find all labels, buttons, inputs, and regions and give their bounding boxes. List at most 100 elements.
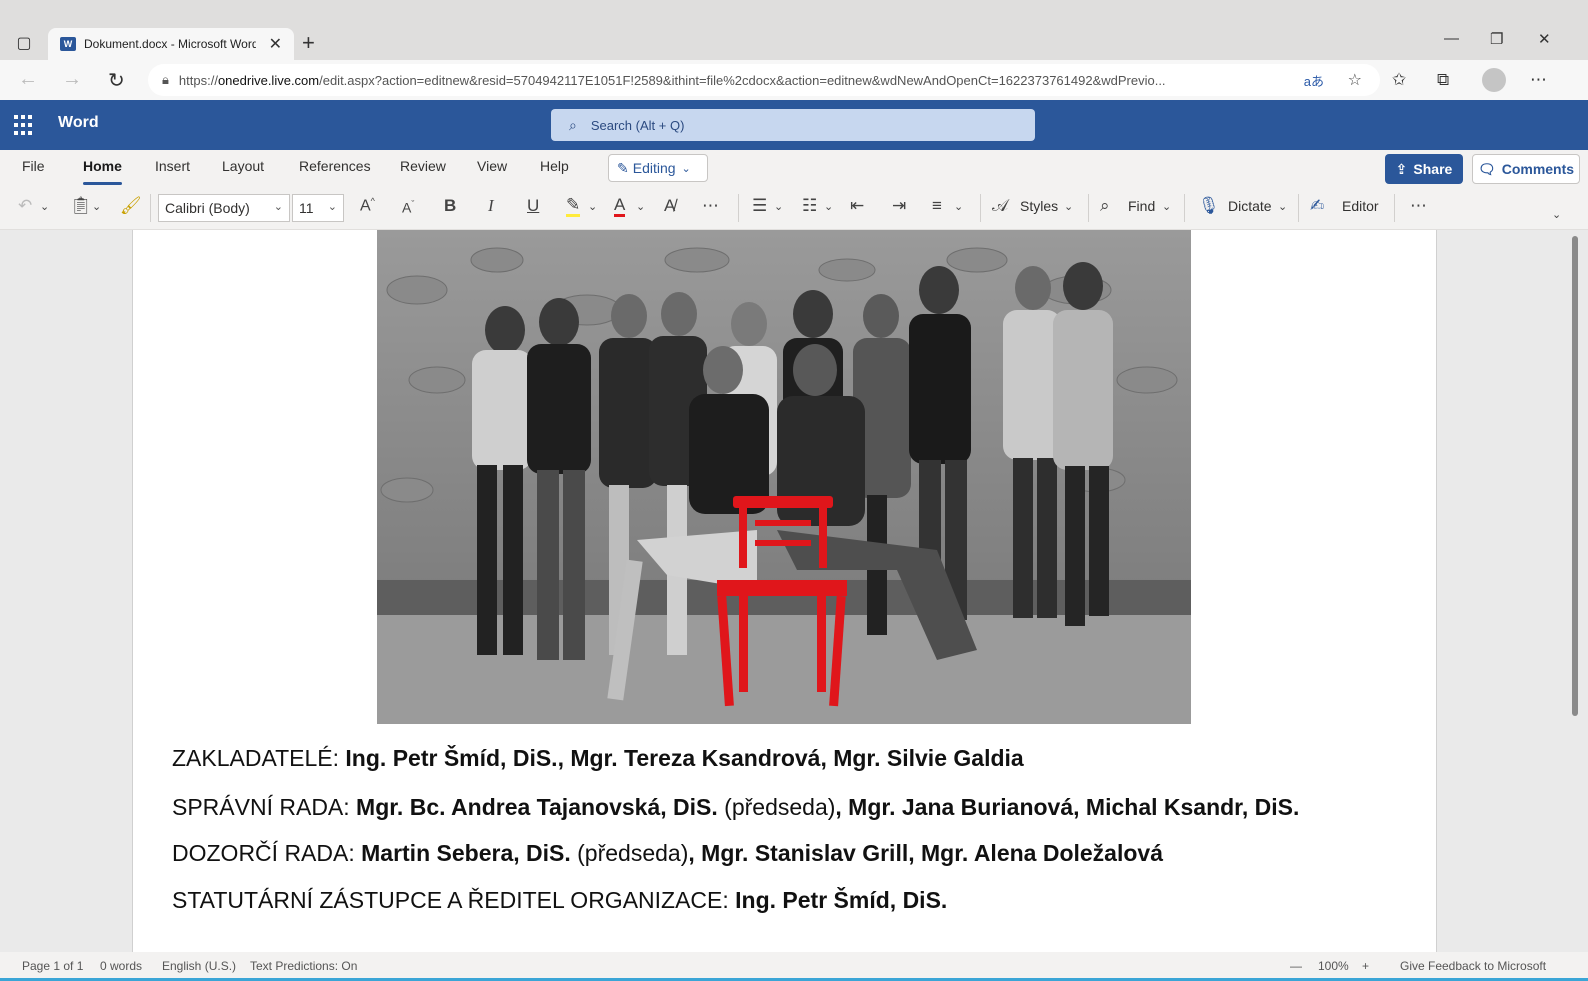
tab-insert[interactable]: Insert [155, 158, 190, 174]
font-family-value: Calibri (Body) [165, 200, 250, 216]
word-count[interactable]: 0 words [100, 959, 142, 973]
paste-dropdown-icon[interactable]: ⌄ [92, 200, 101, 213]
favorite-star-icon[interactable]: ☆ [1348, 70, 1362, 90]
page-count[interactable]: Page 1 of 1 [22, 959, 83, 973]
doc-line-director[interactable]: STATUTÁRNÍ ZÁSTUPCE A ŘEDITEL ORGANIZACE… [172, 887, 947, 914]
address-bar[interactable]: 🔒︎ https://onedrive.live.com/edit.aspx?a… [148, 64, 1380, 96]
align-dropdown-icon[interactable]: ⌄ [954, 200, 963, 213]
find-icon[interactable]: ⌕ [1100, 196, 1110, 216]
document-page[interactable]: ZAKLADATELÉ: Ing. Petr Šmíd, DiS., Mgr. … [132, 230, 1437, 952]
editor-icon[interactable]: ✍︎ [1310, 196, 1324, 216]
tab-review[interactable]: Review [400, 158, 446, 174]
grow-font-icon[interactable]: A^ [360, 196, 375, 215]
more-options-icon[interactable]: ⋯ [1410, 196, 1427, 216]
line-bold-names: Mgr. Bc. Andrea Tajanovská, DiS. [356, 794, 718, 820]
share-button[interactable]: ⇪ Share [1385, 154, 1463, 184]
read-aloud-icon[interactable]: aあ [1304, 71, 1324, 90]
tab-title: Dokument.docx - Microsoft Word [84, 37, 256, 51]
app-name[interactable]: Word [58, 114, 99, 132]
lock-icon[interactable]: 🔒︎ [162, 72, 169, 88]
tab-view[interactable]: View [477, 158, 507, 174]
undo-icon[interactable]: ↶ [18, 196, 32, 216]
italic-icon[interactable]: I [488, 196, 494, 216]
line-bold-names-2: , Mgr. Stanislav Grill, Mgr. Alena Dolež… [688, 840, 1163, 866]
language[interactable]: English (U.S.) [162, 959, 236, 973]
group-photo[interactable] [377, 230, 1191, 724]
separator [1394, 194, 1395, 222]
zoom-out-icon[interactable]: — [1290, 959, 1302, 973]
tab-file[interactable]: File [22, 158, 45, 174]
favorites-icon[interactable]: ✩ [1392, 70, 1406, 90]
clear-formatting-icon[interactable]: A̸ [664, 196, 675, 216]
editing-mode-button[interactable]: ✎ Editing ⌄ [608, 154, 708, 182]
url-text: https://onedrive.live.com/edit.aspx?acti… [179, 73, 1289, 88]
highlight-dropdown-icon[interactable]: ⌄ [588, 200, 597, 213]
numbering-icon[interactable]: ☷ [802, 196, 817, 216]
app-launcher-icon[interactable] [14, 114, 36, 136]
doc-line-board[interactable]: SPRÁVNÍ RADA: Mgr. Bc. Andrea Tajanovská… [172, 794, 1299, 821]
chevron-down-icon[interactable]: ⌄ [1162, 200, 1171, 213]
pencil-icon: ✎ [617, 159, 629, 176]
chevron-down-icon[interactable]: ⌄ [1064, 200, 1073, 213]
paste-icon[interactable]: 📋︎ [70, 196, 92, 216]
styles-label[interactable]: Styles [1020, 198, 1058, 214]
bold-icon[interactable]: B [444, 196, 456, 216]
status-bar: Page 1 of 1 0 words English (U.S.) Text … [0, 952, 1588, 981]
expand-ribbon-icon[interactable]: ⌄ [1552, 208, 1561, 221]
vertical-scrollbar[interactable] [1572, 236, 1578, 716]
font-size-select[interactable]: 11 ⌄ [292, 194, 344, 222]
chevron-down-icon[interactable]: ⌄ [1278, 200, 1287, 213]
highlight-icon[interactable]: ✎ [566, 196, 581, 217]
underline-icon[interactable]: U [527, 196, 539, 216]
font-color-icon[interactable]: A [614, 196, 626, 217]
shrink-font-icon[interactable]: Aˇ [402, 199, 414, 216]
new-tab-icon[interactable]: + [302, 30, 315, 56]
increase-indent-icon[interactable]: ⇥ [892, 196, 906, 216]
doc-line-supervisory[interactable]: DOZORČÍ RADA: Martin Sebera, DiS. (předs… [172, 840, 1163, 867]
zoom-level[interactable]: 100% [1318, 959, 1349, 973]
tab-references[interactable]: References [299, 158, 371, 174]
tab-actions-icon[interactable]: ▢ [12, 32, 36, 54]
tab-help[interactable]: Help [540, 158, 569, 174]
comments-label: Comments [1501, 161, 1575, 177]
dictate-label[interactable]: Dictate [1228, 198, 1272, 214]
reload-icon[interactable]: ↻ [108, 68, 125, 93]
collections-icon[interactable]: ⧉ [1437, 70, 1449, 90]
restore-icon[interactable]: ❐ [1490, 30, 1503, 48]
tab-layout[interactable]: Layout [222, 158, 264, 174]
font-color-dropdown-icon[interactable]: ⌄ [636, 200, 645, 213]
minimize-icon[interactable]: — [1444, 30, 1459, 47]
text-predictions[interactable]: Text Predictions: On [250, 959, 357, 973]
chevron-down-icon: ⌄ [681, 162, 691, 175]
find-label[interactable]: Find [1128, 198, 1155, 214]
separator [1184, 194, 1185, 222]
microphone-icon[interactable]: 🎙︎ [1198, 196, 1220, 216]
feedback-link[interactable]: Give Feedback to Microsoft [1400, 959, 1546, 973]
profile-avatar[interactable] [1482, 68, 1506, 92]
bullets-dropdown-icon[interactable]: ⌄ [774, 200, 783, 213]
browser-tab[interactable]: W Dokument.docx - Microsoft Word ✕ [48, 28, 294, 60]
numbering-dropdown-icon[interactable]: ⌄ [824, 200, 833, 213]
doc-line-founders[interactable]: ZAKLADATELÉ: Ing. Petr Šmíd, DiS., Mgr. … [172, 745, 1024, 772]
align-icon[interactable]: ≡ [932, 196, 942, 216]
tab-home[interactable]: Home [83, 158, 122, 185]
styles-icon[interactable]: 𝒜 [992, 196, 1008, 216]
close-tab-icon[interactable]: ✕ [269, 34, 282, 54]
close-window-icon[interactable]: ✕ [1538, 30, 1551, 48]
back-icon[interactable]: ← [18, 68, 38, 91]
editing-label: Editing [632, 160, 676, 176]
bullets-icon[interactable]: ☰ [752, 196, 767, 216]
zoom-in-icon[interactable]: + [1362, 959, 1369, 973]
browser-menu-icon[interactable]: ⋯ [1530, 70, 1547, 90]
line-bold-names: Ing. Petr Šmíd, DiS. [735, 887, 948, 913]
line-bold-names: Ing. Petr Šmíd, DiS., Mgr. Tereza Ksandr… [345, 745, 1024, 771]
forward-icon[interactable]: → [62, 68, 82, 91]
more-font-options-icon[interactable]: ⋯ [702, 196, 719, 216]
font-family-select[interactable]: Calibri (Body) ⌄ [158, 194, 290, 222]
undo-dropdown-icon[interactable]: ⌄ [40, 200, 49, 213]
search-box[interactable]: ⌕ Search (Alt + Q) [551, 109, 1035, 141]
format-painter-icon[interactable]: 🖌︎ [120, 196, 142, 216]
comments-button[interactable]: 🗨︎ Comments [1472, 154, 1580, 184]
decrease-indent-icon[interactable]: ⇤ [850, 196, 864, 216]
editor-label[interactable]: Editor [1342, 198, 1379, 214]
